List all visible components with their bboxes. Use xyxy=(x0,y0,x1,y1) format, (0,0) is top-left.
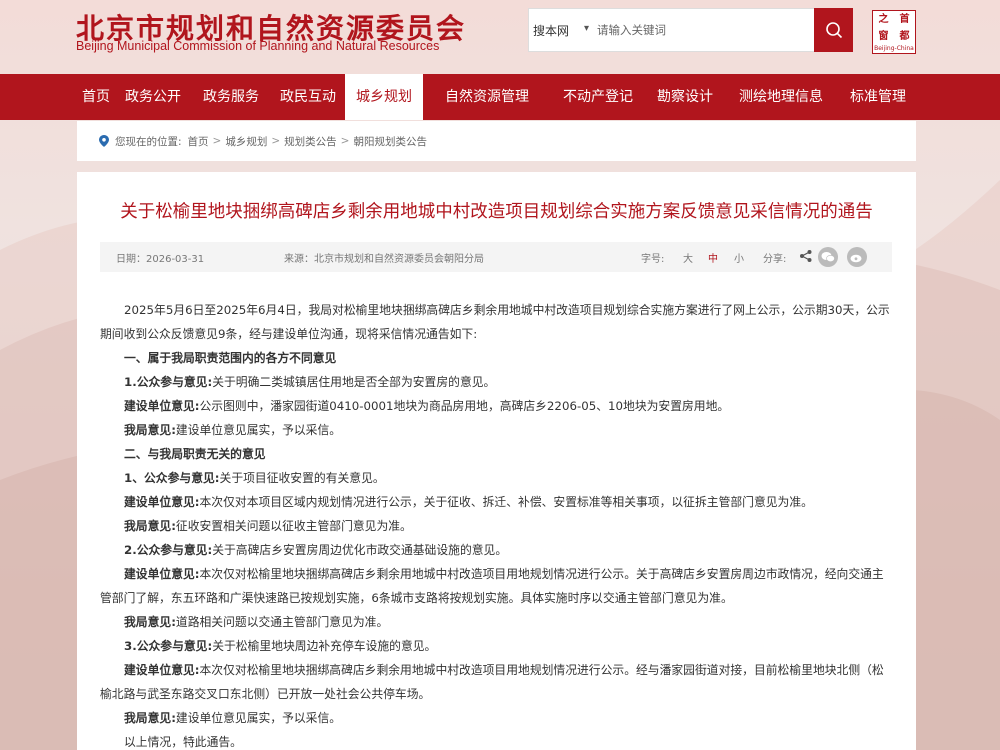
breadcrumb-item-planning-notices[interactable]: 规划类公告 xyxy=(284,134,337,149)
opinion-label: 1、公众参与意见: xyxy=(124,471,220,485)
font-size-label: 字号: xyxy=(641,254,665,265)
opinion-label: 我局意见: xyxy=(124,711,176,725)
nav-item-gov-services[interactable]: 政务服务 xyxy=(203,74,259,120)
opinion-text: 道路相关问题以交通主管部门意见为准。 xyxy=(175,615,389,629)
opinion-text: 关于明确二类城镇居住用地是否全部为安置房的意见。 xyxy=(212,375,496,389)
nav-item-geo-info[interactable]: 测绘地理信息 xyxy=(739,74,823,120)
location-pin-icon xyxy=(99,135,109,147)
font-size-medium-button[interactable]: 中 xyxy=(708,250,718,265)
seal-char: 都 xyxy=(899,31,910,42)
opinion-paragraph: 1.公众参与意见:关于明确二类城镇居住用地是否全部为安置房的意见。 xyxy=(100,370,892,394)
opinion-label: 建设单位意见: xyxy=(124,495,200,509)
article-date: 日期：2026-03-31 xyxy=(116,254,205,265)
intro-paragraph: 2025年5月6日至2025年6月4日，我局对松榆里地块捆绑高碑店乡剩余用地城中… xyxy=(100,303,890,341)
search-box: 搜本网 ▾ xyxy=(528,8,853,52)
main-nav: 首页 政务公开 政务服务 政民互动 城乡规划 自然资源管理 不动产登记 勘察设计… xyxy=(0,74,1000,120)
search-scope-select[interactable]: 搜本网 ▾ xyxy=(529,8,591,52)
nav-item-gov-affairs[interactable]: 政务公开 xyxy=(125,74,181,120)
article-card: 关于松榆里地块捆绑高碑店乡剩余用地城中村改造项目规划综合实施方案反馈意见采信情况… xyxy=(77,172,916,750)
opinion-label: 1.公众参与意见: xyxy=(124,375,213,389)
opinion-text: 关于松榆里地块周边补充停车设施的意见。 xyxy=(212,639,437,653)
breadcrumb-separator: > xyxy=(271,135,281,147)
seal-char: 首 xyxy=(899,14,910,25)
opinion-paragraph: 我局意见:道路相关问题以交通主管部门意见为准。 xyxy=(100,610,892,634)
opinion-paragraph: 我局意见:建设单位意见属实，予以采信。 xyxy=(100,418,892,442)
opinion-paragraph: 我局意见:建设单位意见属实，予以采信。 xyxy=(100,706,892,730)
opinion-text: 关于高碑店乡安置房周边优化市政交通基础设施的意见。 xyxy=(212,543,508,557)
search-scope-label: 搜本网 xyxy=(533,23,570,38)
site-title-en: Beijing Municipal Commission of Planning… xyxy=(76,39,440,53)
site-header: 北京市规划和自然资源委员会 Beijing Municipal Commissi… xyxy=(0,0,1000,74)
search-button[interactable] xyxy=(814,8,853,52)
opinion-paragraph: 2.公众参与意见:关于高碑店乡安置房周边优化市政交通基础设施的意见。 xyxy=(100,538,892,562)
article-meta-bar: 日期：2026-03-31 来源：北京市规划和自然资源委员会朝阳分局 字号: 大… xyxy=(100,242,892,272)
opinion-text: 关于项目征收安置的有关意见。 xyxy=(219,471,385,485)
opinion-paragraph: 建设单位意见:本次仅对本项目区域内规划情况进行公示，关于征收、拆迁、补偿、安置标… xyxy=(100,490,892,514)
section-heading: 二、与我局职责无关的意见 xyxy=(124,447,266,461)
breadcrumb-separator: > xyxy=(340,135,350,147)
seal-char: 窗 xyxy=(878,31,889,42)
breadcrumb-item-home[interactable]: 首页 xyxy=(188,134,209,149)
font-size-small-button[interactable]: 小 xyxy=(734,250,744,265)
capital-window-seal-logo[interactable]: 之 首 窗 都 Beijing-China xyxy=(872,10,916,54)
nav-item-survey-design[interactable]: 勘察设计 xyxy=(657,74,713,120)
seal-subtitle: Beijing-China xyxy=(874,45,914,52)
share-label: 分享: xyxy=(763,254,787,265)
nav-item-standards[interactable]: 标准管理 xyxy=(850,74,906,120)
wechat-share-icon[interactable] xyxy=(818,247,838,267)
opinion-text: 征收安置相关问题以征收主管部门意见为准。 xyxy=(175,519,412,533)
opinion-label: 建设单位意见: xyxy=(124,399,200,413)
breadcrumb: 您现在的位置: 首页 > 城乡规划 > 规划类公告 > 朝阳规划类公告 xyxy=(77,121,916,161)
search-input[interactable] xyxy=(591,10,814,50)
opinion-paragraph: 我局意见:征收安置相关问题以征收主管部门意见为准。 xyxy=(100,514,892,538)
opinion-label: 2.公众参与意见: xyxy=(124,543,213,557)
nav-item-home[interactable]: 首页 xyxy=(82,74,110,120)
opinion-paragraph: 3.公众参与意见:关于松榆里地块周边补充停车设施的意见。 xyxy=(100,634,892,658)
opinion-text: 本次仅对松榆里地块捆绑高碑店乡剩余用地城中村改造项目用地规划情况进行公示。关于高… xyxy=(100,567,884,605)
opinion-label: 我局意见: xyxy=(124,423,176,437)
opinion-label: 建设单位意见: xyxy=(124,567,200,581)
breadcrumb-item-urban-planning[interactable]: 城乡规划 xyxy=(225,134,267,149)
nav-item-natural-resources[interactable]: 自然资源管理 xyxy=(445,74,529,120)
breadcrumb-separator: > xyxy=(212,135,222,147)
weibo-share-icon[interactable] xyxy=(847,247,867,267)
opinion-text: 本次仅对本项目区域内规划情况进行公示，关于征收、拆迁、补偿、安置标准等相关事项，… xyxy=(199,495,813,509)
seal-char: 之 xyxy=(878,14,889,25)
opinion-label: 我局意见: xyxy=(124,519,176,533)
breadcrumb-prefix: 您现在的位置: xyxy=(115,135,182,148)
nav-item-interaction[interactable]: 政民互动 xyxy=(280,74,336,120)
opinion-text: 本次仅对松榆里地块捆绑高碑店乡剩余用地城中村改造项目用地规划情况进行公示。经与潘… xyxy=(100,663,884,701)
nav-item-urban-planning[interactable]: 城乡规划 xyxy=(345,74,423,120)
font-size-large-button[interactable]: 大 xyxy=(683,250,693,265)
article-body: 2025年5月6日至2025年6月4日，我局对松榆里地块捆绑高碑店乡剩余用地城中… xyxy=(100,298,892,750)
article-source: 来源：北京市规划和自然资源委员会朝阳分局 xyxy=(284,254,484,265)
opinion-label: 我局意见: xyxy=(124,615,176,629)
opinion-text: 建设单位意见属实，予以采信。 xyxy=(175,423,342,437)
caret-down-icon: ▾ xyxy=(584,23,590,34)
opinion-label: 3.公众参与意见: xyxy=(124,639,213,653)
opinion-paragraph: 1、公众参与意见:关于项目征收安置的有关意见。 xyxy=(100,466,892,490)
article-title: 关于松榆里地块捆绑高碑店乡剩余用地城中村改造项目规划综合实施方案反馈意见采信情况… xyxy=(120,202,873,222)
closing-paragraph: 以上情况，特此通告。 xyxy=(124,735,242,749)
search-icon xyxy=(825,22,842,39)
section-heading: 一、属于我局职责范围内的各方不同意见 xyxy=(124,351,337,365)
opinion-label: 建设单位意见: xyxy=(124,663,200,677)
breadcrumb-item-chaoyang-notices[interactable]: 朝阳规划类公告 xyxy=(353,134,427,149)
opinion-paragraph: 建设单位意见:公示图则中，潘家园街道0410-0001地块为商品房用地，高碑店乡… xyxy=(100,394,892,418)
opinion-text: 建设单位意见属实，予以采信。 xyxy=(175,711,342,725)
opinion-paragraph: 建设单位意见:本次仅对松榆里地块捆绑高碑店乡剩余用地城中村改造项目用地规划情况进… xyxy=(100,562,892,610)
opinion-text: 公示图则中，潘家园街道0410-0001地块为商品房用地，高碑店乡2206-05… xyxy=(199,399,730,413)
share-icon[interactable] xyxy=(799,249,813,266)
nav-item-real-estate[interactable]: 不动产登记 xyxy=(563,74,633,120)
opinion-paragraph: 建设单位意见:本次仅对松榆里地块捆绑高碑店乡剩余用地城中村改造项目用地规划情况进… xyxy=(100,658,892,706)
